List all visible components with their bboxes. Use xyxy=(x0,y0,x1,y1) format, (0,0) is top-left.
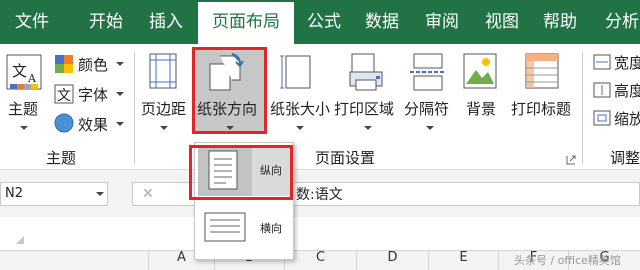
tab-formulas[interactable]: 公式 xyxy=(296,0,352,44)
cancel-icon[interactable]: ✕ xyxy=(142,186,154,202)
tab-review[interactable]: 审阅 xyxy=(414,0,470,44)
orientation-highlight xyxy=(192,47,267,134)
scale-icon[interactable] xyxy=(592,110,612,130)
colors-caret-icon[interactable] xyxy=(116,62,124,66)
fonts-icon[interactable]: 文 xyxy=(54,84,74,108)
svg-text:文: 文 xyxy=(57,88,71,104)
page-setup-launcher-icon[interactable] xyxy=(566,150,576,169)
margins-icon[interactable] xyxy=(146,52,180,96)
colors-label[interactable]: 颜色 xyxy=(78,54,108,75)
background-label[interactable]: 背景 xyxy=(466,98,496,119)
background-icon[interactable] xyxy=(462,52,498,96)
ribbon-tab-bar: 文件 开始 插入 页面布局 公式 数据 审阅 视图 帮助 分析 xyxy=(0,0,640,44)
height-label[interactable]: 高度 xyxy=(614,80,640,101)
portrait-highlight xyxy=(189,145,293,200)
margins-label[interactable]: 页边距 xyxy=(141,98,186,119)
fonts-caret-icon[interactable] xyxy=(116,92,124,96)
breaks-label[interactable]: 分隔符 xyxy=(404,98,449,119)
svg-text:文: 文 xyxy=(12,62,27,80)
tab-page-layout[interactable]: 页面布局 xyxy=(198,2,294,44)
print-titles-icon[interactable] xyxy=(524,52,560,96)
print-area-label[interactable]: 打印区域 xyxy=(334,98,394,119)
print-area-caret-icon[interactable] xyxy=(364,126,372,130)
themes-icon[interactable]: 文 A xyxy=(6,54,42,96)
column-header[interactable]: C xyxy=(284,250,356,270)
width-icon[interactable] xyxy=(592,54,612,74)
fonts-label[interactable]: 字体 xyxy=(78,84,108,105)
select-all-icon[interactable] xyxy=(16,236,24,244)
group-divider xyxy=(134,52,135,164)
tab-analyze[interactable]: 分析 xyxy=(594,0,640,44)
height-icon[interactable] xyxy=(592,82,612,102)
size-caret-icon[interactable] xyxy=(296,126,304,130)
watermark: 头条号 / office精英馆 xyxy=(514,254,621,267)
margins-caret-icon[interactable] xyxy=(160,126,168,130)
effects-icon[interactable] xyxy=(54,113,74,137)
print-area-icon[interactable] xyxy=(346,52,386,96)
tab-home[interactable]: 开始 xyxy=(78,0,134,44)
tab-insert[interactable]: 插入 xyxy=(138,0,194,44)
breaks-icon[interactable] xyxy=(410,52,446,96)
scale-label[interactable]: 缩放 xyxy=(614,108,640,129)
width-label[interactable]: 宽度 xyxy=(614,52,640,73)
column-header[interactable]: D xyxy=(356,250,428,270)
name-box[interactable]: N2 xyxy=(0,182,108,206)
size-label[interactable]: 纸张大小 xyxy=(270,98,330,119)
group-divider xyxy=(582,52,583,164)
page-setup-group-label: 页面设置 xyxy=(315,149,376,167)
tab-help[interactable]: 帮助 xyxy=(532,0,588,44)
themes-caret-icon[interactable] xyxy=(20,126,28,130)
effects-caret-icon[interactable] xyxy=(116,122,124,126)
formula-text: 数:语文 xyxy=(296,187,343,203)
breaks-caret-icon[interactable] xyxy=(426,126,434,130)
colors-icon[interactable] xyxy=(54,54,74,78)
themes-label: 主题 xyxy=(8,100,39,118)
landscape-icon[interactable] xyxy=(204,212,246,246)
theme-group-label: 主题 xyxy=(46,149,77,167)
size-icon[interactable] xyxy=(280,52,314,96)
tab-file[interactable]: 文件 xyxy=(4,0,60,44)
effects-label[interactable]: 效果 xyxy=(78,114,108,135)
print-titles-label[interactable]: 打印标题 xyxy=(511,98,571,119)
landscape-label[interactable]: 横向 xyxy=(260,220,282,236)
tab-data[interactable]: 数据 xyxy=(354,0,410,44)
name-box-caret-icon[interactable] xyxy=(96,192,104,196)
scale-group-label: 调整 xyxy=(610,149,640,167)
tab-view[interactable]: 视图 xyxy=(474,0,530,44)
column-header[interactable]: E xyxy=(428,250,498,270)
svg-text:A: A xyxy=(27,72,37,85)
